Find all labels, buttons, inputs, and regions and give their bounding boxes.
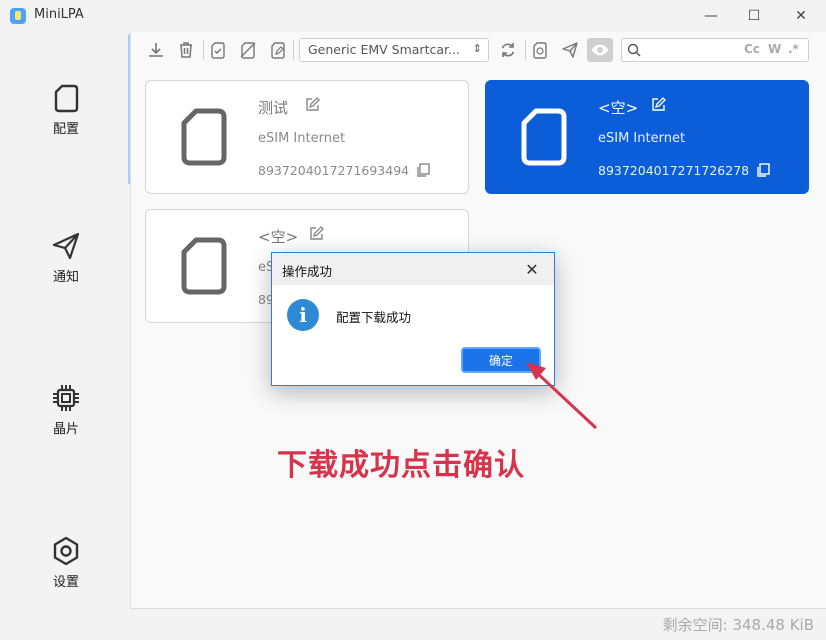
free-space-label: 剩余空间: 348.48 KiB xyxy=(662,616,814,634)
sidebar-item-profiles[interactable]: 配置 xyxy=(30,82,102,152)
sidebar-item-settings[interactable]: 设置 xyxy=(30,535,102,605)
refresh-icon[interactable] xyxy=(498,40,518,60)
profile-provider: eSIM Internet xyxy=(598,131,686,146)
copy-icon[interactable] xyxy=(416,163,430,177)
hexagon-settings-icon xyxy=(53,536,79,566)
trash-icon[interactable] xyxy=(176,40,196,60)
card-reader-select[interactable]: Generic EMV Smartcar... ⇕ xyxy=(299,38,489,62)
sim-card-icon xyxy=(54,84,79,113)
edit-icon[interactable] xyxy=(304,97,320,113)
download-icon[interactable] xyxy=(146,40,166,60)
sidebar-item-label: 设置 xyxy=(52,575,79,590)
sim-card-icon xyxy=(181,108,227,166)
sidebar-item-label: 通知 xyxy=(52,270,79,285)
process-notification-icon[interactable] xyxy=(530,40,550,60)
profile-name: <空> xyxy=(598,99,639,117)
minimize-button[interactable]: — xyxy=(688,0,734,32)
card-reader-select-value: Generic EMV Smartcar... xyxy=(308,42,460,57)
paper-plane-icon xyxy=(52,232,80,260)
search-icon xyxy=(627,43,641,57)
copy-icon[interactable] xyxy=(756,163,770,177)
search-input[interactable] xyxy=(644,41,738,59)
app-title: MiniLPA xyxy=(34,7,84,22)
sim-card-icon xyxy=(521,108,567,166)
sidebar-item-chip[interactable]: 晶片 xyxy=(30,382,102,452)
toolbar-divider xyxy=(203,40,204,60)
disable-profile-icon[interactable] xyxy=(238,40,258,60)
title-bar: MiniLPA — ☐ ✕ xyxy=(0,0,826,32)
profile-iccid: 8937204017271726278 xyxy=(598,163,750,178)
enable-profile-icon[interactable] xyxy=(208,40,228,60)
eye-icon xyxy=(591,44,609,56)
close-window-button[interactable]: ✕ xyxy=(778,0,824,32)
profile-iccid: 8937204017271693494 xyxy=(258,163,410,178)
send-notification-icon[interactable] xyxy=(560,40,580,60)
sidebar-item-label: 晶片 xyxy=(52,422,79,437)
dialog-body: i 配置下载成功 确定 xyxy=(272,285,554,385)
regex-toggle[interactable]: .* xyxy=(788,42,799,56)
match-case-toggle[interactable]: Cc xyxy=(744,42,760,56)
toggle-visibility-button[interactable] xyxy=(587,38,613,62)
profile-name: 测试 xyxy=(258,99,289,117)
info-icon: i xyxy=(287,299,319,331)
sidebar: 配置 通知 晶片 设置 xyxy=(0,32,130,640)
chip-icon xyxy=(53,385,79,411)
profile-provider: eSIM Internet xyxy=(258,131,346,146)
profile-card-selected[interactable]: <空> eSIM Internet 8937204017271726278 xyxy=(485,80,809,194)
maximize-button[interactable]: ☐ xyxy=(731,0,777,32)
dialog-message: 配置下载成功 xyxy=(336,310,412,325)
sidebar-item-label: 配置 xyxy=(52,122,79,137)
annotation-text: 下载成功点击确认 xyxy=(277,448,525,483)
dialog-title: 操作成功 xyxy=(282,264,333,279)
edit-icon[interactable] xyxy=(308,226,324,242)
toolbar: Generic EMV Smartcar... ⇕ Cc W .* xyxy=(131,32,826,68)
status-bar: 剩余空间: 348.48 KiB xyxy=(130,608,826,640)
success-dialog: 操作成功 ✕ i 配置下载成功 确定 xyxy=(271,252,555,386)
profile-card[interactable]: 测试 eSIM Internet 8937204017271693494 xyxy=(145,80,469,194)
edit-profile-icon[interactable] xyxy=(268,40,288,60)
dialog-close-button[interactable]: ✕ xyxy=(518,257,546,281)
sidebar-item-notifications[interactable]: 通知 xyxy=(30,230,102,300)
edit-icon[interactable] xyxy=(650,97,666,113)
toolbar-divider xyxy=(525,40,526,60)
app-logo-icon xyxy=(10,8,26,24)
search-box[interactable]: Cc W .* xyxy=(621,38,809,62)
toolbar-divider xyxy=(293,40,294,60)
sim-card-icon xyxy=(181,237,227,295)
whole-word-toggle[interactable]: W xyxy=(768,42,781,56)
chevron-updown-icon: ⇕ xyxy=(472,42,482,55)
profile-name: <空> xyxy=(258,228,299,246)
ok-button[interactable]: 确定 xyxy=(461,347,541,373)
